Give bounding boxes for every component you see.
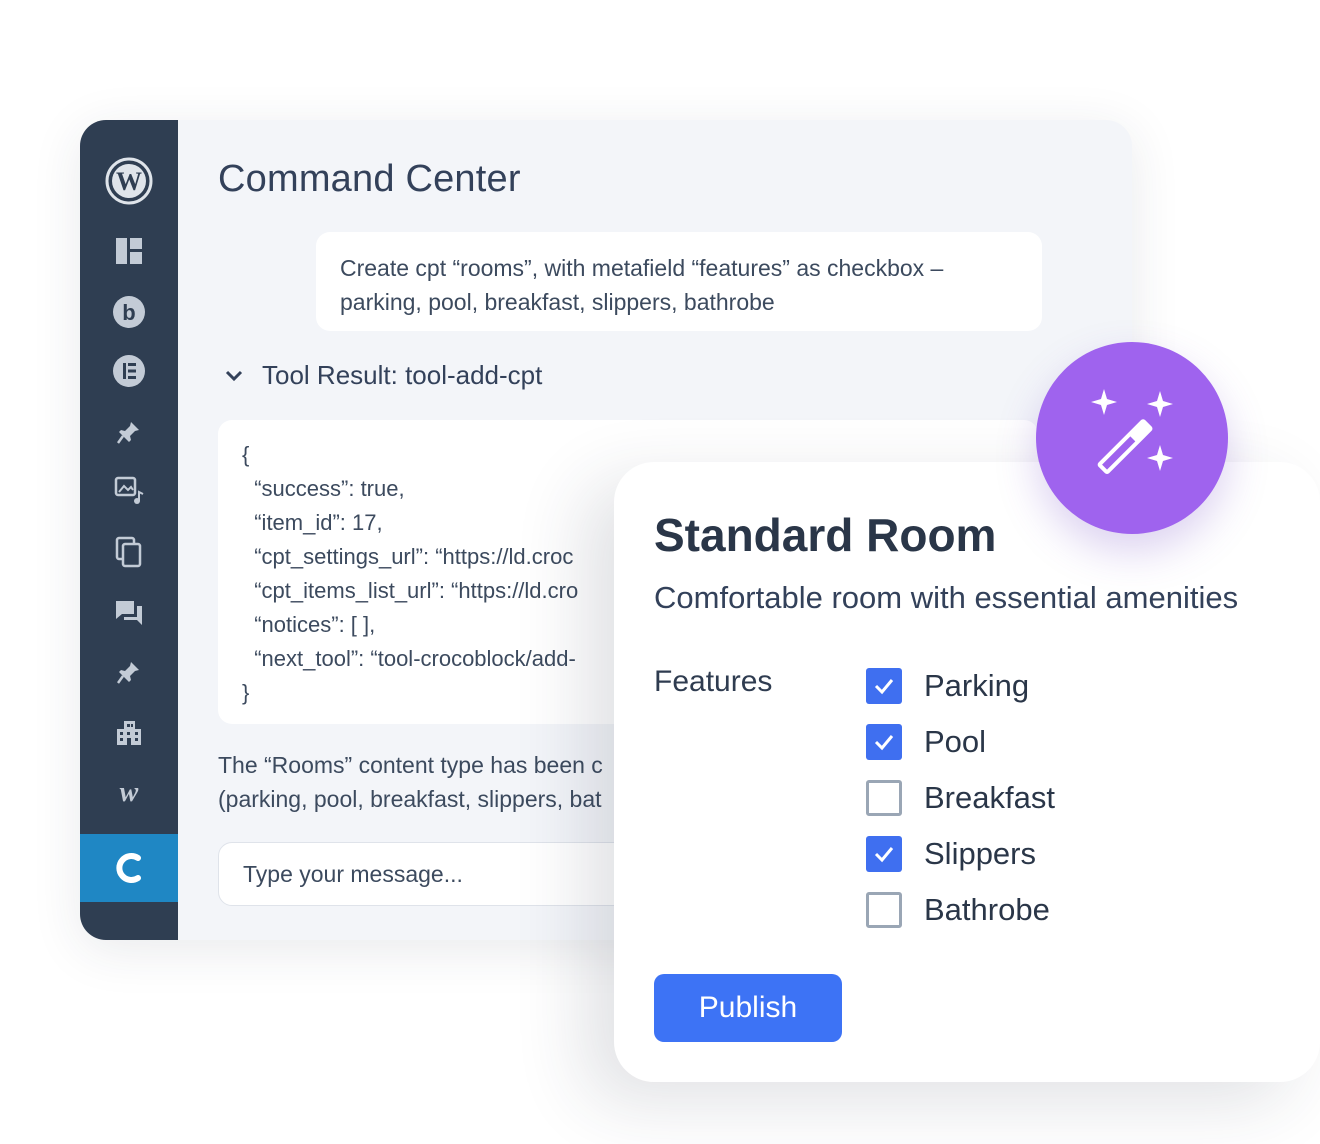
pin-icon[interactable] [80, 404, 178, 460]
comments-icon[interactable] [80, 585, 178, 641]
feature-label: Pool [924, 724, 987, 759]
tool-result-toggle[interactable]: Tool Result: tool-add-cpt [220, 360, 542, 391]
svg-text:W: W [116, 167, 142, 196]
checkbox-unchecked[interactable] [866, 892, 902, 928]
feature-bathrobe[interactable]: Bathrobe [866, 890, 1050, 930]
feature-slippers[interactable]: Slippers [866, 834, 1036, 874]
pages-icon[interactable] [80, 524, 178, 580]
checkbox-checked[interactable] [866, 836, 902, 872]
crocoblock-icon[interactable] [80, 834, 178, 902]
chevron-down-icon [225, 370, 243, 381]
feature-breakfast[interactable]: Breakfast [866, 778, 1055, 818]
magic-wand-icon [1091, 389, 1173, 475]
feature-parking[interactable]: Parking [866, 666, 1029, 706]
features-label: Features [654, 665, 773, 698]
elementor-icon[interactable] [80, 343, 178, 399]
feature-pool[interactable]: Pool [866, 722, 986, 762]
svg-text:w: w [120, 781, 139, 805]
message-placeholder: Type your message... [243, 860, 463, 887]
feature-label: Slippers [924, 836, 1036, 871]
page-title: Command Center [218, 158, 521, 200]
check-icon [874, 847, 894, 863]
building-icon[interactable] [80, 705, 178, 761]
b-circle-icon[interactable]: b [80, 284, 178, 340]
media-icon[interactable] [80, 463, 178, 519]
user-prompt-bubble: Create cpt “rooms”, with metafield “feat… [316, 232, 1042, 331]
admin-sidebar: W b w [80, 120, 178, 940]
dashboard-icon[interactable] [80, 223, 178, 279]
publish-button[interactable]: Publish [654, 974, 842, 1042]
room-subtitle: Comfortable room with essential amenitie… [654, 580, 1239, 615]
svg-text:b: b [122, 300, 135, 325]
check-icon [874, 679, 894, 695]
check-icon [874, 735, 894, 751]
room-title: Standard Room [654, 509, 997, 561]
tool-result-label: Tool Result: tool-add-cpt [262, 360, 543, 390]
feature-label: Parking [924, 668, 1030, 703]
checkbox-checked[interactable] [866, 724, 902, 760]
magic-wand-badge [1036, 342, 1228, 534]
feature-label: Breakfast [924, 780, 1055, 815]
checkbox-checked[interactable] [866, 668, 902, 704]
feature-label: Bathrobe [924, 892, 1050, 927]
pin-icon[interactable] [80, 644, 178, 700]
woo-icon[interactable]: w [80, 765, 178, 821]
room-preview-card: Standard Room Comfortable room with esse… [614, 462, 1320, 1082]
checkbox-unchecked[interactable] [866, 780, 902, 816]
wordpress-logo-icon[interactable]: W [80, 153, 178, 209]
